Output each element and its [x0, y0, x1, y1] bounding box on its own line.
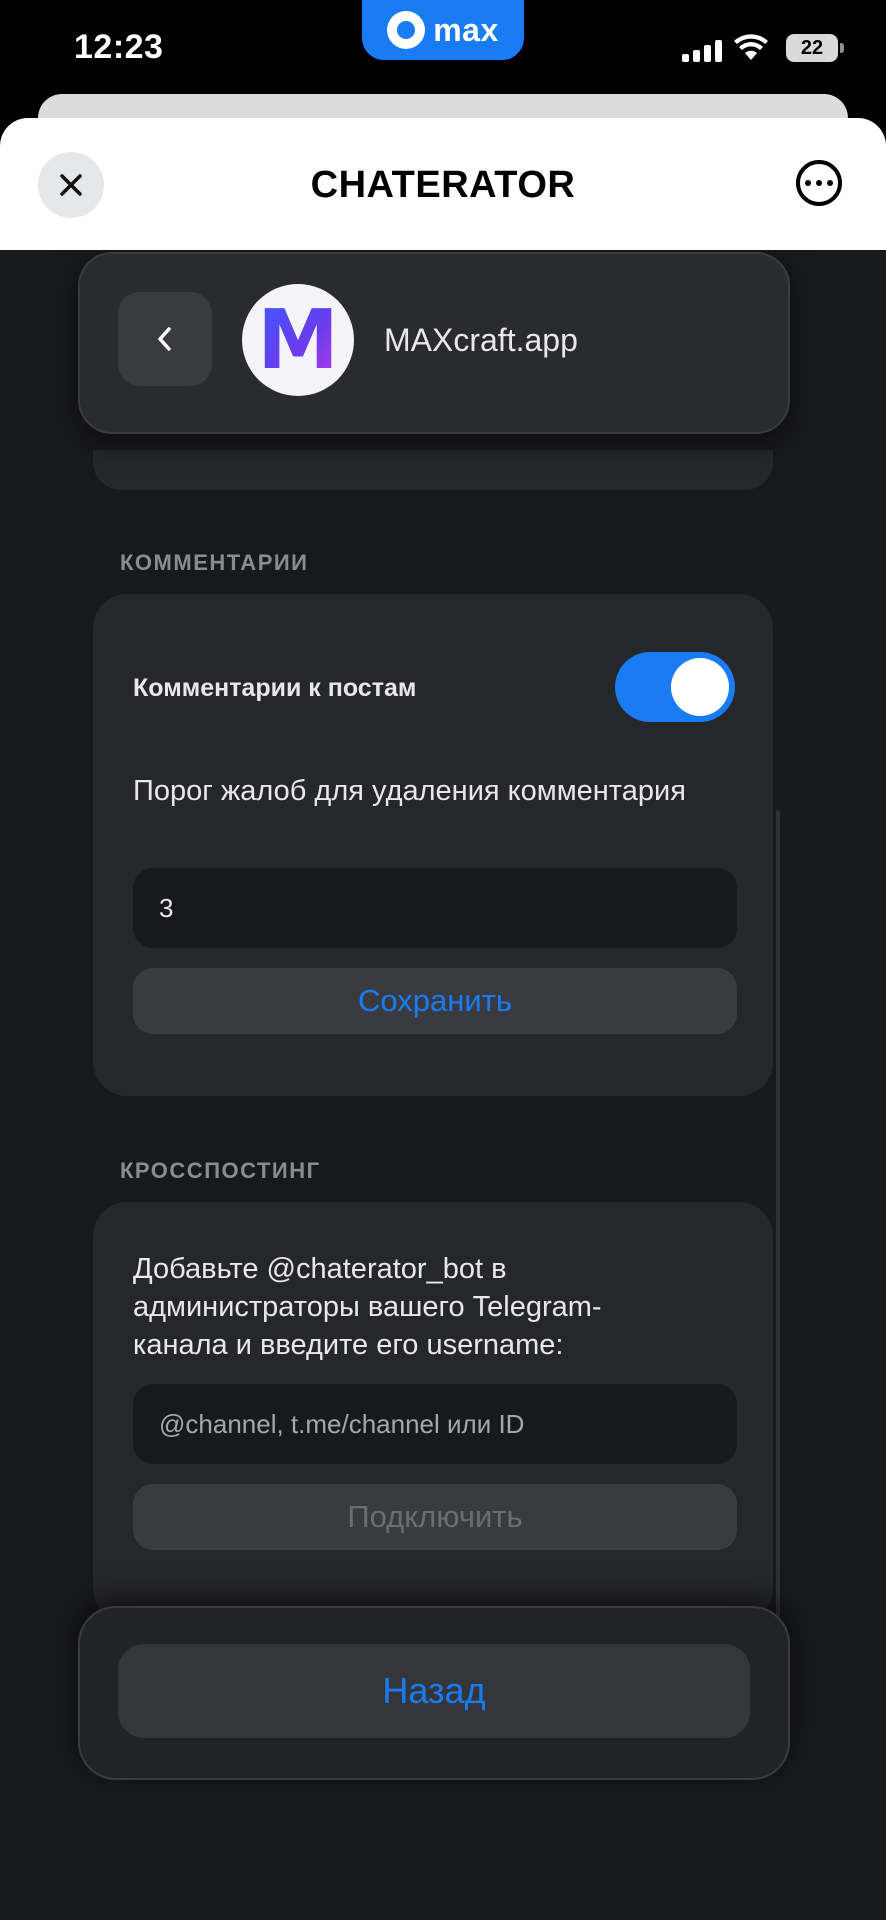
- comments-settings-card: Комментарии к постам Порог жалоб для уда…: [93, 594, 773, 1096]
- main-content[interactable]: M MAXcraft.app КОММЕНТАРИИ Комментарии к…: [0, 250, 886, 1920]
- channel-input[interactable]: @channel, t.me/channel или ID: [133, 1384, 737, 1464]
- threshold-label: Порог жалоб для удаления комментария: [133, 775, 686, 807]
- status-bar: 12:23 max 22: [0, 0, 886, 96]
- clock: 12:23: [74, 28, 164, 66]
- more-options-button[interactable]: [796, 160, 842, 206]
- app-logo-letter: M: [257, 292, 339, 388]
- section-title-comments: КОММЕНТАРИИ: [120, 550, 309, 575]
- back-button[interactable]: Назад: [118, 1644, 750, 1738]
- comments-toggle[interactable]: [615, 652, 735, 722]
- dot: [816, 180, 822, 186]
- chevron-left-icon: [158, 327, 171, 351]
- crossposting-card: Добавьте @chaterator_bot в администратор…: [93, 1202, 773, 1622]
- app-name: MAXcraft.app: [384, 322, 578, 358]
- max-badge-label: max: [433, 11, 499, 48]
- max-logo-icon: [387, 11, 426, 49]
- wifi-icon: [734, 34, 768, 60]
- previous-card-edge: [93, 450, 773, 490]
- crossposting-description: Добавьте @chaterator_bot в администратор…: [133, 1253, 602, 1361]
- page-title: CHATERATOR: [310, 164, 576, 206]
- cellular-signal-icon: [682, 40, 722, 62]
- connect-button[interactable]: Подключить: [133, 1484, 737, 1550]
- bottom-action-card: Назад: [78, 1606, 790, 1780]
- back-chevron-button[interactable]: [118, 292, 212, 386]
- app-avatar: M: [242, 284, 354, 396]
- max-app-badge[interactable]: max: [362, 0, 524, 60]
- toggle-knob: [671, 658, 729, 716]
- comments-toggle-label: Комментарии к постам: [133, 674, 417, 702]
- app-header-card: M MAXcraft.app: [78, 252, 790, 434]
- battery-indicator: 22: [786, 34, 844, 62]
- scrollbar[interactable]: [776, 810, 780, 1670]
- threshold-input[interactable]: 3: [133, 868, 737, 948]
- mini-app-header: CHATERATOR: [0, 118, 886, 250]
- dot: [805, 180, 811, 186]
- section-title-crossposting: КРОССПОСТИНГ: [120, 1158, 321, 1183]
- save-button[interactable]: Сохранить: [133, 968, 737, 1034]
- dot: [827, 180, 833, 186]
